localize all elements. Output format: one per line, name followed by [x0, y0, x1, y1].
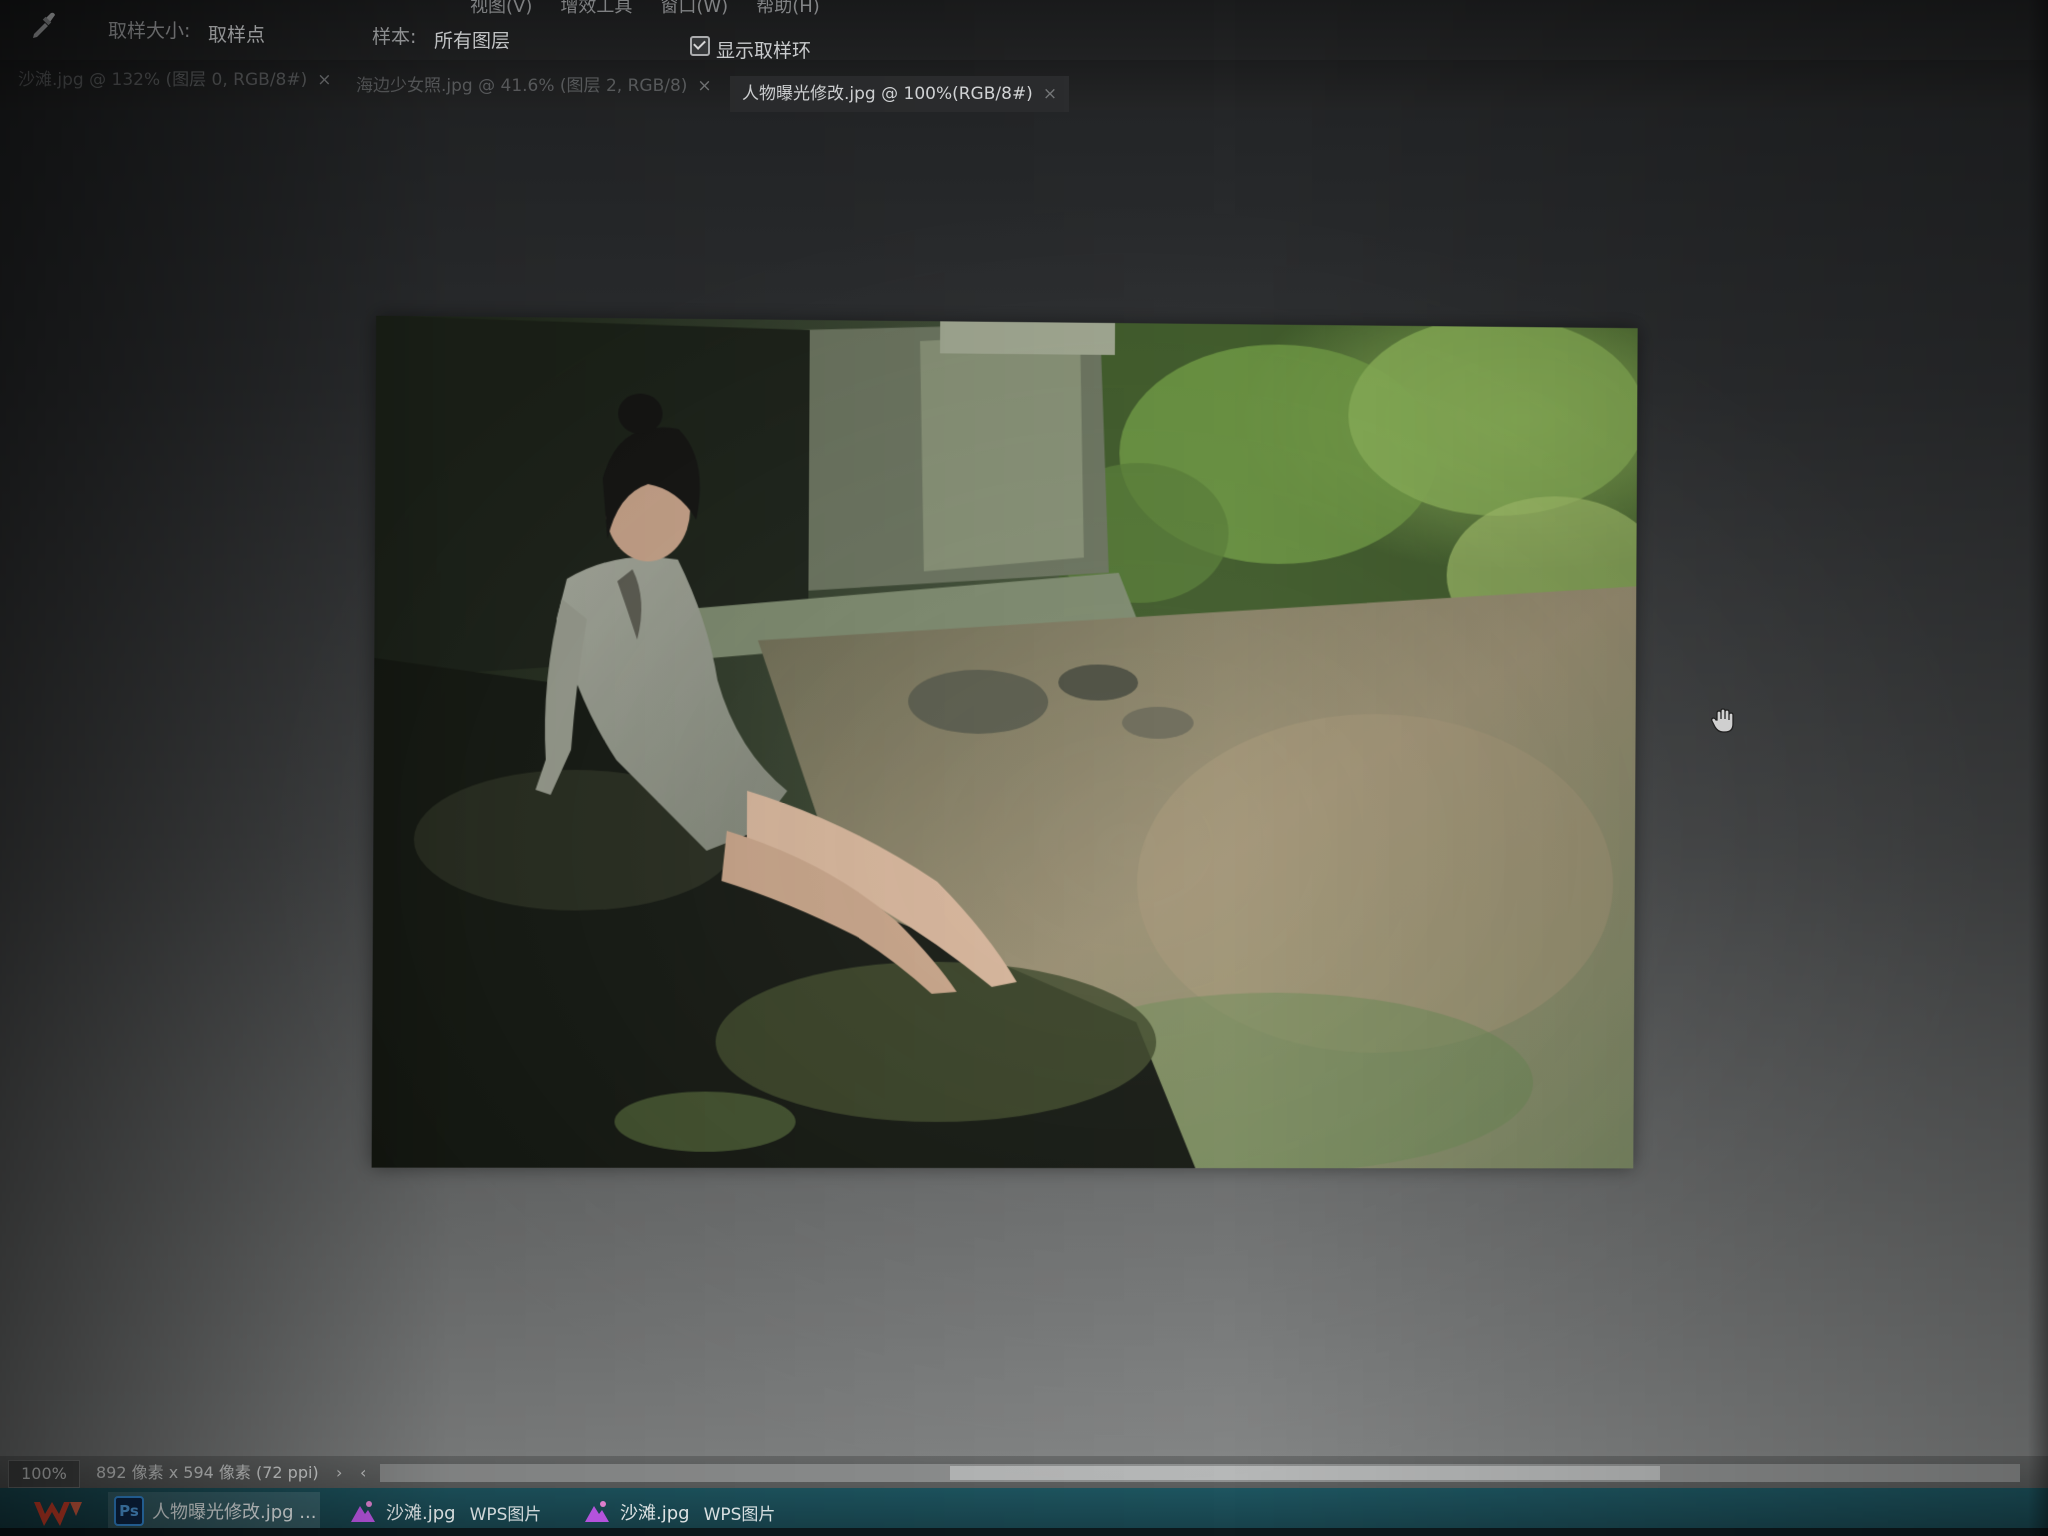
menu-item-plugins[interactable]: 增效工具 [560, 0, 632, 18]
menu-item-help[interactable]: 帮助(H) [756, 0, 820, 18]
monitor-edge [2028, 0, 2048, 1536]
status-expand-arrow[interactable]: › [336, 1460, 342, 1486]
menu-item-view[interactable]: 视图(V) [470, 0, 532, 18]
taskbar-item-wps-picture-1[interactable]: 沙滩.jpg WPS图片 [348, 1492, 541, 1532]
taskbar-item-label: 沙滩.jpg [386, 1503, 456, 1524]
scroll-left-arrow[interactable]: ‹ [360, 1460, 366, 1486]
sample-size-dropdown[interactable]: 取样点 [208, 20, 265, 47]
tab-seaside[interactable]: 海边少女照.jpg @ 41.6% (图层 2, RGB/8) × [344, 68, 724, 104]
eyedropper-icon[interactable] [28, 10, 58, 40]
show-sampling-ring-label: 显示取样环 [716, 40, 812, 62]
sample-label: 样本: [372, 26, 417, 48]
tab-label: 海边少女照.jpg @ 41.6% (图层 2, RGB/8) [356, 76, 688, 96]
show-sampling-ring-checkbox[interactable] [690, 36, 710, 56]
taskbar-item-label: 沙滩.jpg [620, 1503, 690, 1524]
menu-bar: 视图(V) 增效工具 窗口(W) 帮助(H) [470, 0, 820, 18]
tab-portrait-exposure[interactable]: 人物曝光修改.jpg @ 100%(RGB/8#) × [730, 76, 1070, 112]
scrollbar-thumb[interactable] [950, 1466, 1660, 1480]
photo-canvas[interactable] [371, 315, 1638, 1169]
taskbar-item-wps-picture-2[interactable]: 沙滩.jpg WPS图片 [582, 1492, 775, 1532]
hand-cursor-icon [1711, 708, 1734, 733]
tab-label: 沙滩.jpg @ 132% (图层 0, RGB/8#) [18, 70, 308, 90]
close-icon[interactable]: × [1043, 84, 1057, 104]
tab-label: 人物曝光修改.jpg @ 100%(RGB/8#) [742, 84, 1033, 104]
horizontal-scrollbar[interactable] [380, 1464, 2020, 1482]
wps-logo-icon[interactable] [30, 1494, 88, 1532]
tab-beach[interactable]: 沙滩.jpg @ 132% (图层 0, RGB/8#) × [6, 62, 344, 98]
monitor-screen: 视图(V) 增效工具 窗口(W) 帮助(H) 取样大小: 取样点 样本: 所有图… [0, 0, 2048, 1536]
taskbar-item-label: 人物曝光修改.jpg ... [152, 1501, 317, 1523]
taskbar-item-photoshop[interactable]: Ps 人物曝光修改.jpg ... [108, 1492, 320, 1532]
taskbar-item-app: WPS图片 [469, 1504, 542, 1525]
document-info[interactable]: 892 像素 x 594 像素 (72 ppi) [96, 1460, 319, 1486]
document-tabs: 沙滩.jpg @ 132% (图层 0, RGB/8#) × 海边少女照.jpg … [0, 60, 2048, 112]
zoom-field[interactable]: 100% [8, 1460, 80, 1488]
close-icon[interactable]: × [317, 70, 331, 90]
monitor-bezel [0, 1528, 2048, 1536]
wps-picture-icon [351, 1501, 375, 1522]
sample-dropdown[interactable]: 所有图层 [434, 26, 510, 53]
status-bar: 100% 892 像素 x 594 像素 (72 ppi) › ‹ [0, 1456, 2048, 1490]
photoshop-icon: Ps [114, 1495, 144, 1526]
sample-size-label: 取样大小: [108, 20, 191, 42]
menu-item-window[interactable]: 窗口(W) [660, 0, 728, 18]
photo-image [371, 315, 1638, 1169]
wps-picture-icon [585, 1501, 609, 1522]
close-icon[interactable]: × [697, 76, 711, 96]
taskbar-item-app: WPS图片 [703, 1504, 776, 1525]
